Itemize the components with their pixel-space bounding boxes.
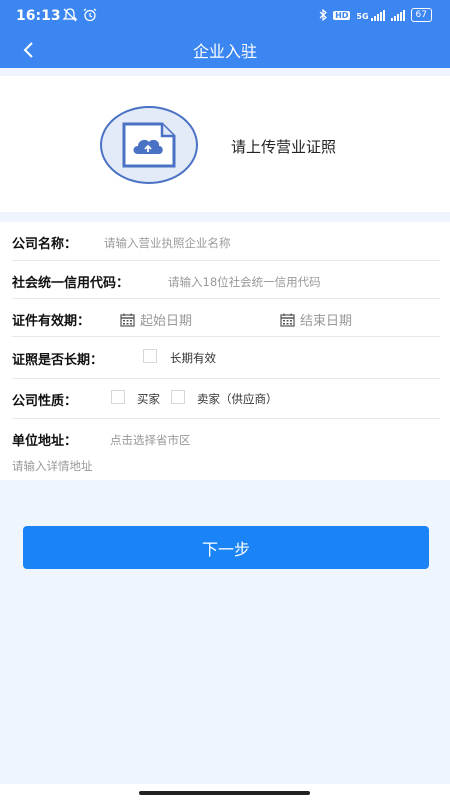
- status-left-icons: [62, 7, 98, 22]
- address-label: 单位地址：: [12, 434, 78, 449]
- next-step-button[interactable]: 下一步: [23, 526, 429, 569]
- region-picker[interactable]: 点击选择省市区: [110, 432, 191, 448]
- company-name-label: 公司名称：: [12, 237, 78, 252]
- signal-icon: [390, 9, 405, 21]
- home-indicator[interactable]: [139, 791, 310, 795]
- long-term-row: 证照是否长期： 长期有效: [0, 336, 450, 378]
- bluetooth-icon: [319, 9, 327, 21]
- upload-license-button[interactable]: [100, 106, 198, 184]
- credit-code-row: 社会统一信用代码： 请输入18位社会统一信用代码: [0, 260, 450, 298]
- network-type: 5G: [356, 11, 369, 21]
- muted-notification-icon: [62, 7, 78, 21]
- company-type-row: 公司性质： 买家 卖家（供应商）: [0, 378, 450, 418]
- long-term-label: 证照是否长期：: [12, 353, 104, 368]
- company-name-row: 公司名称： 请输入营业执照企业名称: [0, 222, 450, 260]
- long-term-option-label: 长期有效: [170, 351, 216, 365]
- upload-label: 请上传营业证照: [231, 138, 337, 156]
- cloud-upload-icon: [122, 122, 176, 168]
- page-title: 企业入驻: [192, 42, 257, 61]
- hd-icon: HD: [333, 10, 351, 20]
- calendar-icon: [280, 313, 295, 327]
- validity-row: 证件有效期： 起始日期 结束日期: [0, 298, 450, 336]
- end-date-placeholder: 结束日期: [300, 314, 353, 329]
- status-time: 16:13: [16, 8, 61, 24]
- calendar-icon: [120, 313, 135, 327]
- nav-bar: 企业入驻: [0, 32, 450, 68]
- start-date-placeholder: 起始日期: [140, 314, 193, 329]
- start-date-field[interactable]: 起始日期: [120, 310, 192, 329]
- 5g-signal-icon: 5G: [356, 9, 385, 21]
- status-bar: 16:13 HD 5G 67: [0, 0, 450, 32]
- credit-code-input[interactable]: 请输入18位社会统一信用代码: [168, 274, 321, 290]
- company-type-label: 公司性质：: [12, 394, 78, 409]
- enterprise-form: 公司名称： 请输入营业执照企业名称 社会统一信用代码： 请输入18位社会统一信用…: [0, 222, 450, 480]
- credit-code-label: 社会统一信用代码：: [12, 276, 130, 291]
- address-detail-input[interactable]: 请输入详情地址: [12, 458, 93, 474]
- validity-label: 证件有效期：: [12, 314, 91, 329]
- long-term-checkbox[interactable]: [143, 349, 157, 363]
- status-right-icons: HD 5G 67: [319, 8, 432, 22]
- alarm-icon: [83, 7, 97, 21]
- seller-option-label: 卖家（供应商）: [197, 392, 278, 406]
- end-date-field[interactable]: 结束日期: [280, 310, 352, 329]
- buyer-checkbox[interactable]: [111, 390, 125, 404]
- address-row: 单位地址： 点击选择省市区 请输入详情地址: [0, 418, 450, 480]
- upload-card: 请上传营业证照: [0, 76, 450, 212]
- seller-checkbox[interactable]: [171, 390, 185, 404]
- battery-icon: 67: [410, 8, 432, 22]
- company-name-input[interactable]: 请输入营业执照企业名称: [104, 235, 231, 251]
- buyer-option-label: 买家: [137, 392, 160, 406]
